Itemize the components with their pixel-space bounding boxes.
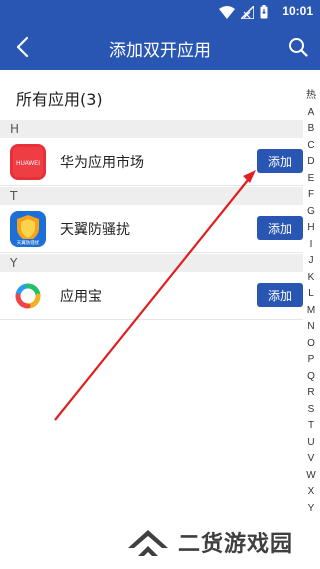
index-letter[interactable]: B bbox=[308, 121, 315, 138]
wifi-icon bbox=[219, 5, 235, 19]
index-letter[interactable]: F bbox=[308, 187, 314, 204]
watermark-logo-icon bbox=[128, 530, 168, 556]
index-letter[interactable]: U bbox=[307, 435, 314, 452]
add-button[interactable]: 添加 bbox=[257, 283, 303, 307]
watermark-text: 二货游戏园 bbox=[178, 532, 294, 557]
app-list: 所有应用(3) H HUAWEI 华为应用市场 添加 T 天翼防骚扰 天翼防骚扰… bbox=[0, 70, 320, 569]
list-item-yingyongbao: 应用宝 添加 bbox=[0, 272, 303, 320]
list-item-huawei-appgallery: HUAWEI 华为应用市场 添加 bbox=[0, 138, 303, 186]
yingyongbao-icon bbox=[10, 278, 46, 314]
index-letter[interactable]: D bbox=[307, 154, 314, 171]
huawei-appgallery-icon: HUAWEI bbox=[10, 144, 46, 180]
index-letter[interactable]: P bbox=[308, 352, 315, 369]
index-letter[interactable]: X bbox=[308, 484, 315, 501]
section-header-t: T bbox=[0, 187, 303, 205]
index-letter[interactable]: I bbox=[310, 237, 313, 254]
index-letter[interactable]: K bbox=[308, 270, 315, 287]
page-title: 添加双开应用 bbox=[109, 41, 211, 61]
index-letter[interactable]: E bbox=[308, 171, 315, 188]
index-letter[interactable]: L bbox=[308, 286, 314, 303]
app-name: 天翼防骚扰 bbox=[60, 222, 130, 238]
battery-icon bbox=[260, 5, 268, 19]
signal-icon bbox=[241, 5, 254, 19]
watermark: 二货游戏园 bbox=[126, 522, 293, 562]
index-letter[interactable]: R bbox=[307, 385, 314, 402]
search-button[interactable] bbox=[284, 33, 312, 61]
section-header-y: Y bbox=[0, 254, 303, 272]
index-letter[interactable]: J bbox=[309, 253, 314, 270]
index-letter[interactable]: S bbox=[308, 402, 315, 419]
index-letter[interactable]: O bbox=[307, 336, 315, 353]
status-bar: 10:01 bbox=[0, 0, 320, 24]
svg-text:HUAWEI: HUAWEI bbox=[16, 161, 40, 167]
index-letter[interactable]: C bbox=[307, 138, 314, 155]
index-letter[interactable]: T bbox=[308, 418, 314, 435]
status-time: 10:01 bbox=[282, 4, 313, 18]
add-button[interactable]: 添加 bbox=[257, 149, 303, 173]
index-letter[interactable]: Y bbox=[308, 501, 315, 518]
index-letter[interactable]: N bbox=[307, 319, 314, 336]
index-letter[interactable]: A bbox=[308, 105, 315, 122]
index-letter[interactable]: V bbox=[308, 451, 315, 468]
section-header-h: H bbox=[0, 120, 303, 138]
index-letter[interactable]: W bbox=[306, 468, 315, 485]
index-letter[interactable]: M bbox=[307, 303, 315, 320]
svg-text:天翼防骚扰: 天翼防骚扰 bbox=[17, 239, 40, 246]
index-letter[interactable]: H bbox=[307, 220, 314, 237]
add-button[interactable]: 添加 bbox=[257, 216, 303, 240]
app-bar: 添加双开应用 bbox=[0, 24, 320, 70]
index-letter[interactable]: 热 bbox=[306, 88, 316, 105]
index-letter[interactable]: G bbox=[307, 204, 315, 221]
list-item-tianyi-anti-harass: 天翼防骚扰 天翼防骚扰 添加 bbox=[0, 205, 303, 253]
list-heading: 所有应用(3) bbox=[16, 90, 103, 109]
tianyi-anti-harass-icon: 天翼防骚扰 bbox=[10, 211, 46, 247]
alphabet-index-bar[interactable]: 热ABCDEFGHIJKLMNOPQRSTUVWXY bbox=[302, 88, 320, 517]
index-letter[interactable]: Q bbox=[307, 369, 315, 386]
app-name: 应用宝 bbox=[60, 289, 102, 305]
status-icons bbox=[219, 4, 268, 20]
app-name: 华为应用市场 bbox=[60, 155, 144, 171]
search-icon bbox=[289, 38, 308, 57]
